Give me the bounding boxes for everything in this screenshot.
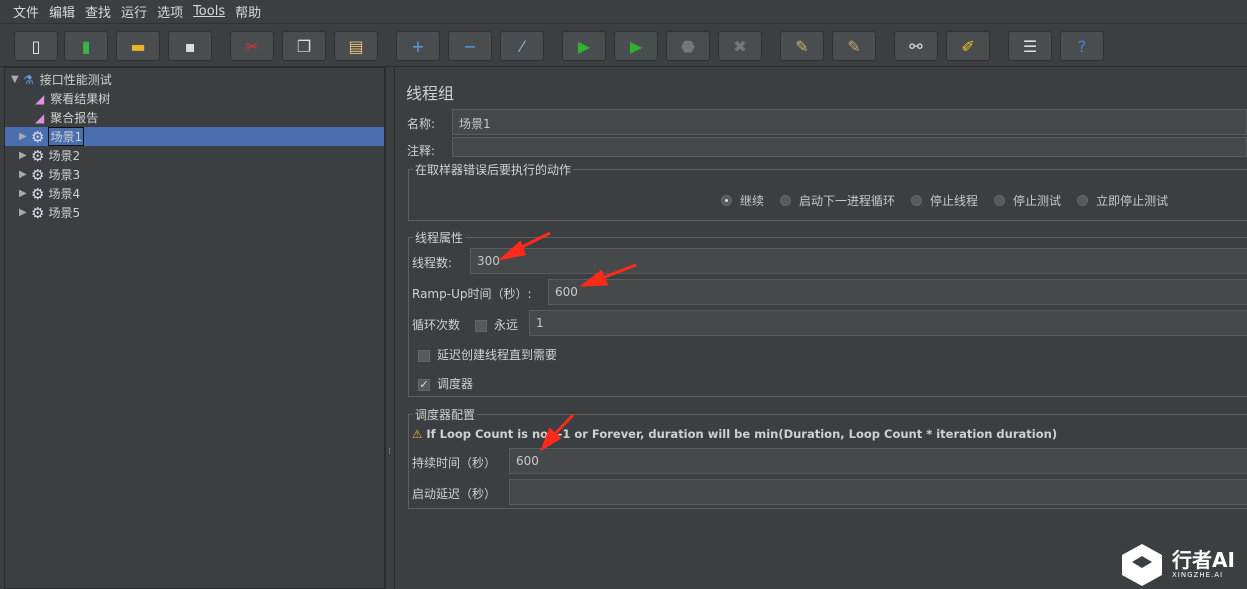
red-arrow-head [579,269,609,287]
annotation-arrows [497,231,637,452]
red-arrow-head [497,240,527,261]
watermark-logo: 行者AI XINGZHE.AI [1118,542,1235,586]
watermark-sub: XINGZHE.AI [1172,571,1224,579]
watermark-brand: 行者AI [1172,548,1235,572]
hexagon-logo-icon [1122,544,1162,586]
